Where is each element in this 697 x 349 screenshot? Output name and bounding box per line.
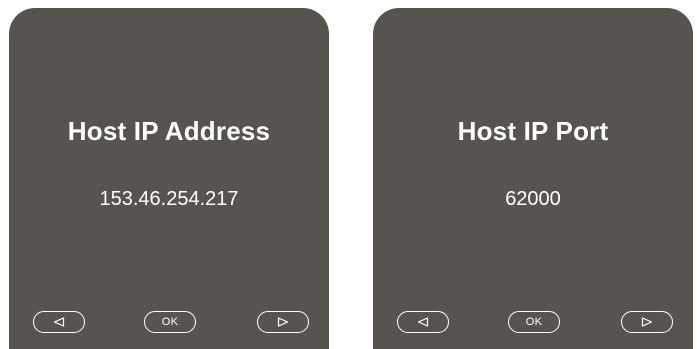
- triangle-left-icon: [53, 317, 65, 327]
- triangle-right-icon: [277, 317, 289, 327]
- next-button[interactable]: [257, 311, 309, 333]
- ip-port-value: 62000: [505, 188, 561, 210]
- next-button[interactable]: [621, 311, 673, 333]
- host-ip-port-screen: Host IP Port 62000 OK: [373, 8, 693, 349]
- previous-button[interactable]: [33, 311, 85, 333]
- ok-button-label: OK: [161, 316, 179, 328]
- ip-address-value: 153.46.254.217: [99, 188, 239, 210]
- ok-button[interactable]: OK: [144, 311, 196, 333]
- previous-button[interactable]: [397, 311, 449, 333]
- host-ip-address-screen: Host IP Address 153.46.254.217 OK: [9, 8, 329, 349]
- triangle-right-icon: [641, 317, 653, 327]
- triangle-left-icon: [417, 317, 429, 327]
- ok-button-label: OK: [525, 316, 543, 328]
- screen-title: Host IP Port: [457, 116, 609, 146]
- ok-button[interactable]: OK: [508, 311, 560, 333]
- screen-title: Host IP Address: [67, 116, 271, 146]
